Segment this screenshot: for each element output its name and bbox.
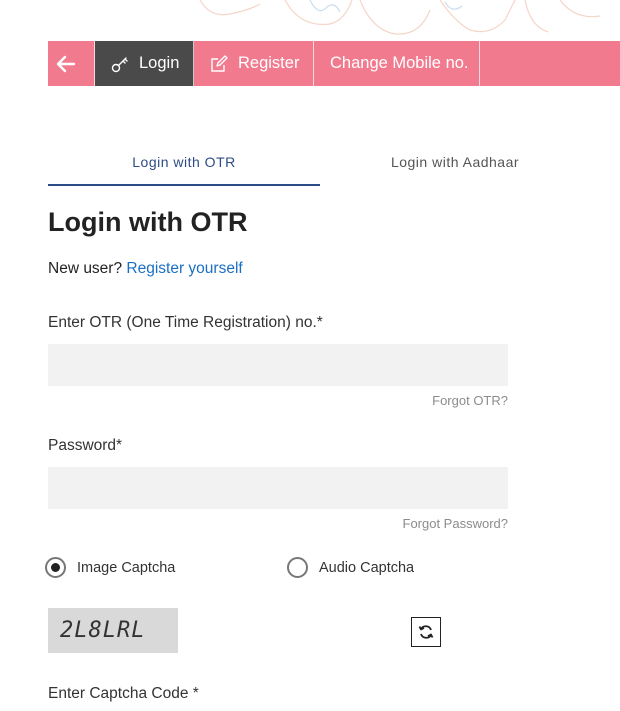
nav-register-label: Register — [238, 54, 300, 72]
radio-unselected-indicator[interactable] — [287, 557, 308, 578]
forgot-otr-link[interactable]: Forgot OTR? — [432, 393, 508, 408]
top-nav-bar: Login Register Change Mobile no. — [48, 41, 620, 86]
header-decoration — [0, 0, 620, 40]
image-captcha-radio[interactable]: Image Captcha — [45, 557, 175, 578]
refresh-captcha-button[interactable] — [411, 617, 441, 647]
captcha-code-label: Enter Captcha Code * — [48, 685, 199, 702]
arrow-left-icon — [56, 55, 76, 72]
image-captcha-label: Image Captcha — [77, 559, 176, 576]
captcha-image: 2L8LRL — [48, 608, 178, 653]
otr-input[interactable] — [48, 344, 508, 386]
refresh-icon — [418, 625, 434, 639]
password-input[interactable] — [48, 467, 508, 509]
login-tabs: Login with OTR Login with Aadhaar — [48, 140, 590, 186]
nav-change-mobile-label: Change Mobile no. — [330, 54, 469, 72]
radio-selected-indicator[interactable] — [45, 557, 66, 578]
back-button[interactable] — [48, 41, 95, 86]
new-user-text: New user? — [48, 260, 123, 277]
forgot-password-link[interactable]: Forgot Password? — [403, 516, 509, 531]
tab-login-aadhaar[interactable]: Login with Aadhaar — [320, 140, 590, 184]
audio-captcha-label: Audio Captcha — [319, 559, 415, 576]
key-icon — [111, 56, 128, 72]
page-title: Login with OTR — [48, 207, 248, 237]
otr-label: Enter OTR (One Time Registration) no.* — [48, 314, 323, 331]
nav-change-mobile-button[interactable]: Change Mobile no. — [314, 41, 480, 86]
register-yourself-link[interactable]: Register yourself — [126, 260, 242, 277]
nav-register-button[interactable]: Register — [194, 41, 314, 86]
nav-login-button[interactable]: Login — [95, 41, 194, 86]
nav-login-label: Login — [139, 54, 180, 72]
edit-icon — [211, 54, 228, 72]
password-label: Password* — [48, 437, 123, 454]
tab-login-otr[interactable]: Login with OTR — [48, 140, 320, 186]
audio-captcha-radio[interactable]: Audio Captcha — [287, 557, 414, 578]
new-user-line: New user? Register yourself — [48, 260, 243, 278]
